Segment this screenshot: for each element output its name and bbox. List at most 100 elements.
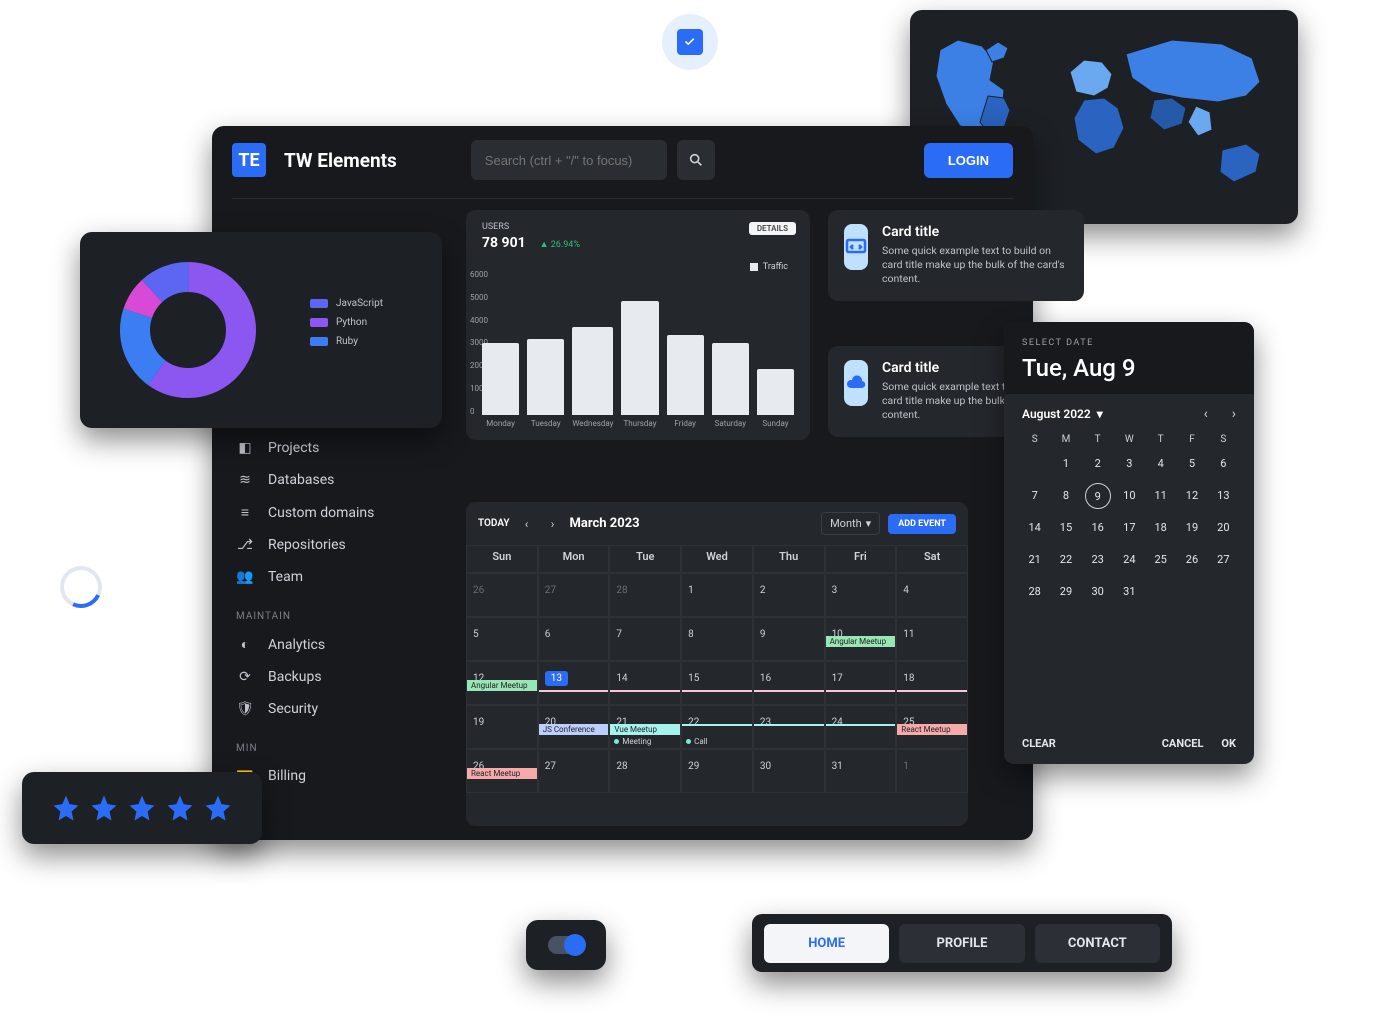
calendar-cell[interactable]: 25React Meetup [896, 705, 968, 749]
dp-day[interactable]: 27 [1211, 547, 1236, 573]
login-button[interactable]: LOGIN [924, 143, 1013, 178]
dp-day[interactable]: 4 [1148, 451, 1173, 477]
calendar-cell[interactable]: 28 [609, 573, 681, 617]
dp-day[interactable]: 6 [1211, 451, 1236, 477]
dp-day[interactable]: 16 [1085, 515, 1111, 541]
dp-day[interactable]: 7 [1022, 483, 1047, 509]
calendar-cell[interactable]: 18 [896, 661, 968, 705]
info-card-code[interactable]: Card title Some quick example text to bu… [828, 210, 1084, 301]
sidebar-item-projects[interactable]: ◧ Projects [236, 432, 436, 464]
calendar-cell[interactable]: 20JS Conference [538, 705, 610, 749]
calendar-cell[interactable]: 5 [466, 617, 538, 661]
datepicker-ok-button[interactable]: OK [1221, 737, 1236, 750]
calendar-cell[interactable]: 1 [681, 573, 753, 617]
dp-day[interactable]: 15 [1053, 515, 1078, 541]
calendar-cell[interactable]: 30 [753, 749, 825, 793]
calendar-cell[interactable]: 15 [681, 661, 753, 705]
datepicker-next-icon[interactable]: › [1232, 406, 1236, 422]
calendar-cell[interactable]: 16 [753, 661, 825, 705]
calendar-view-select[interactable]: Month ▾ [821, 512, 880, 535]
dp-day[interactable]: 1 [1053, 451, 1078, 477]
sidebar-item-analytics[interactable]: ◐ Analytics [236, 628, 436, 661]
star-icon[interactable] [89, 793, 119, 823]
sidebar-item-repos[interactable]: ⎇ Repositories [236, 529, 436, 561]
dp-day[interactable]: 5 [1179, 451, 1204, 477]
tab-home[interactable]: HOME [764, 924, 889, 963]
dp-day[interactable]: 17 [1117, 515, 1142, 541]
dp-day[interactable]: 10 [1117, 483, 1142, 509]
dp-day[interactable]: 11 [1148, 483, 1173, 509]
sidebar-item-backups[interactable]: ⟳ Backups [236, 661, 436, 693]
sidebar-item-billing[interactable]: 💳 Billing [236, 760, 436, 792]
search-input[interactable] [471, 140, 667, 180]
star-icon[interactable] [165, 793, 195, 823]
calendar-cell[interactable]: 17 [825, 661, 897, 705]
dp-day[interactable]: 26 [1179, 547, 1204, 573]
star-icon[interactable] [51, 793, 81, 823]
calendar-cell[interactable]: 13 [538, 661, 610, 705]
dp-day[interactable]: 31 [1117, 579, 1142, 605]
calendar-cell[interactable]: 21Vue MeetupMeeting [609, 705, 681, 749]
dp-day[interactable]: 13 [1211, 483, 1236, 509]
datepicker-prev-icon[interactable]: ‹ [1204, 406, 1208, 422]
calendar-cell[interactable]: 8 [681, 617, 753, 661]
calendar-cell[interactable]: 31 [825, 749, 897, 793]
dp-day[interactable]: 28 [1022, 579, 1047, 605]
dp-day[interactable]: 3 [1117, 451, 1142, 477]
calendar-cell[interactable]: 1 [896, 749, 968, 793]
calendar-cell[interactable]: 10Angular Meetup [825, 617, 897, 661]
checkbox-icon[interactable] [677, 29, 703, 55]
calendar-cell[interactable]: 11 [896, 617, 968, 661]
calendar-cell[interactable]: 7 [609, 617, 681, 661]
datepicker-clear-button[interactable]: CLEAR [1022, 737, 1056, 750]
calendar-cell[interactable]: 3 [825, 573, 897, 617]
calendar-cell[interactable]: 12Angular Meetup [466, 661, 538, 705]
datepicker-month-year[interactable]: August 2022 ▾ [1022, 407, 1103, 421]
tab-contact[interactable]: CONTACT [1035, 924, 1160, 963]
dp-day[interactable]: 14 [1022, 515, 1047, 541]
datepicker-cancel-button[interactable]: CANCEL [1162, 737, 1204, 750]
calendar-cell[interactable]: 14 [609, 661, 681, 705]
calendar-cell[interactable]: 6 [538, 617, 610, 661]
dp-day[interactable]: 21 [1022, 547, 1047, 573]
calendar-today-button[interactable]: TODAY [478, 518, 510, 529]
dp-day[interactable]: 2 [1085, 451, 1111, 477]
calendar-cell[interactable]: 29 [681, 749, 753, 793]
calendar-cell[interactable]: 19 [466, 705, 538, 749]
dp-day[interactable]: 12 [1179, 483, 1204, 509]
sidebar-item-team[interactable]: 👥 Team [236, 561, 436, 593]
calendar-cell[interactable]: 4 [896, 573, 968, 617]
star-icon[interactable] [203, 793, 233, 823]
dp-day[interactable]: 23 [1085, 547, 1111, 573]
dp-day[interactable]: 20 [1211, 515, 1236, 541]
dp-day[interactable]: 9 [1085, 483, 1111, 509]
calendar-cell[interactable]: 26 [466, 573, 538, 617]
dp-day[interactable]: 24 [1117, 547, 1142, 573]
dp-day[interactable]: 22 [1053, 547, 1078, 573]
calendar-cell[interactable]: 2 [753, 573, 825, 617]
dp-day[interactable]: 25 [1148, 547, 1173, 573]
calendar-next-icon[interactable]: › [544, 515, 562, 533]
sidebar-item-databases[interactable]: ≋ Databases [236, 464, 436, 496]
star-icon[interactable] [127, 793, 157, 823]
dp-day[interactable]: 29 [1053, 579, 1078, 605]
sidebar-item-domains[interactable]: ≡ Custom domains [236, 496, 436, 529]
rating-card[interactable] [22, 772, 262, 844]
dp-day[interactable]: 19 [1179, 515, 1204, 541]
sidebar-item-security[interactable]: 🛡 Security [236, 693, 436, 725]
calendar-cell[interactable]: 26React Meetup [466, 749, 538, 793]
calendar-cell[interactable]: 27 [538, 749, 610, 793]
calendar-cell[interactable]: 28 [609, 749, 681, 793]
calendar-cell[interactable]: 22Call [681, 705, 753, 749]
dp-day[interactable]: 30 [1085, 579, 1111, 605]
add-event-button[interactable]: ADD EVENT [888, 514, 956, 534]
calendar-cell[interactable]: 27 [538, 573, 610, 617]
calendar-cell[interactable]: 24 [825, 705, 897, 749]
calendar-prev-icon[interactable]: ‹ [518, 515, 536, 533]
dp-day[interactable]: 18 [1148, 515, 1173, 541]
tab-profile[interactable]: PROFILE [899, 924, 1024, 963]
calendar-cell[interactable]: 9 [753, 617, 825, 661]
search-icon[interactable] [677, 140, 715, 180]
toggle-switch[interactable] [548, 936, 584, 954]
dp-day[interactable]: 8 [1053, 483, 1078, 509]
